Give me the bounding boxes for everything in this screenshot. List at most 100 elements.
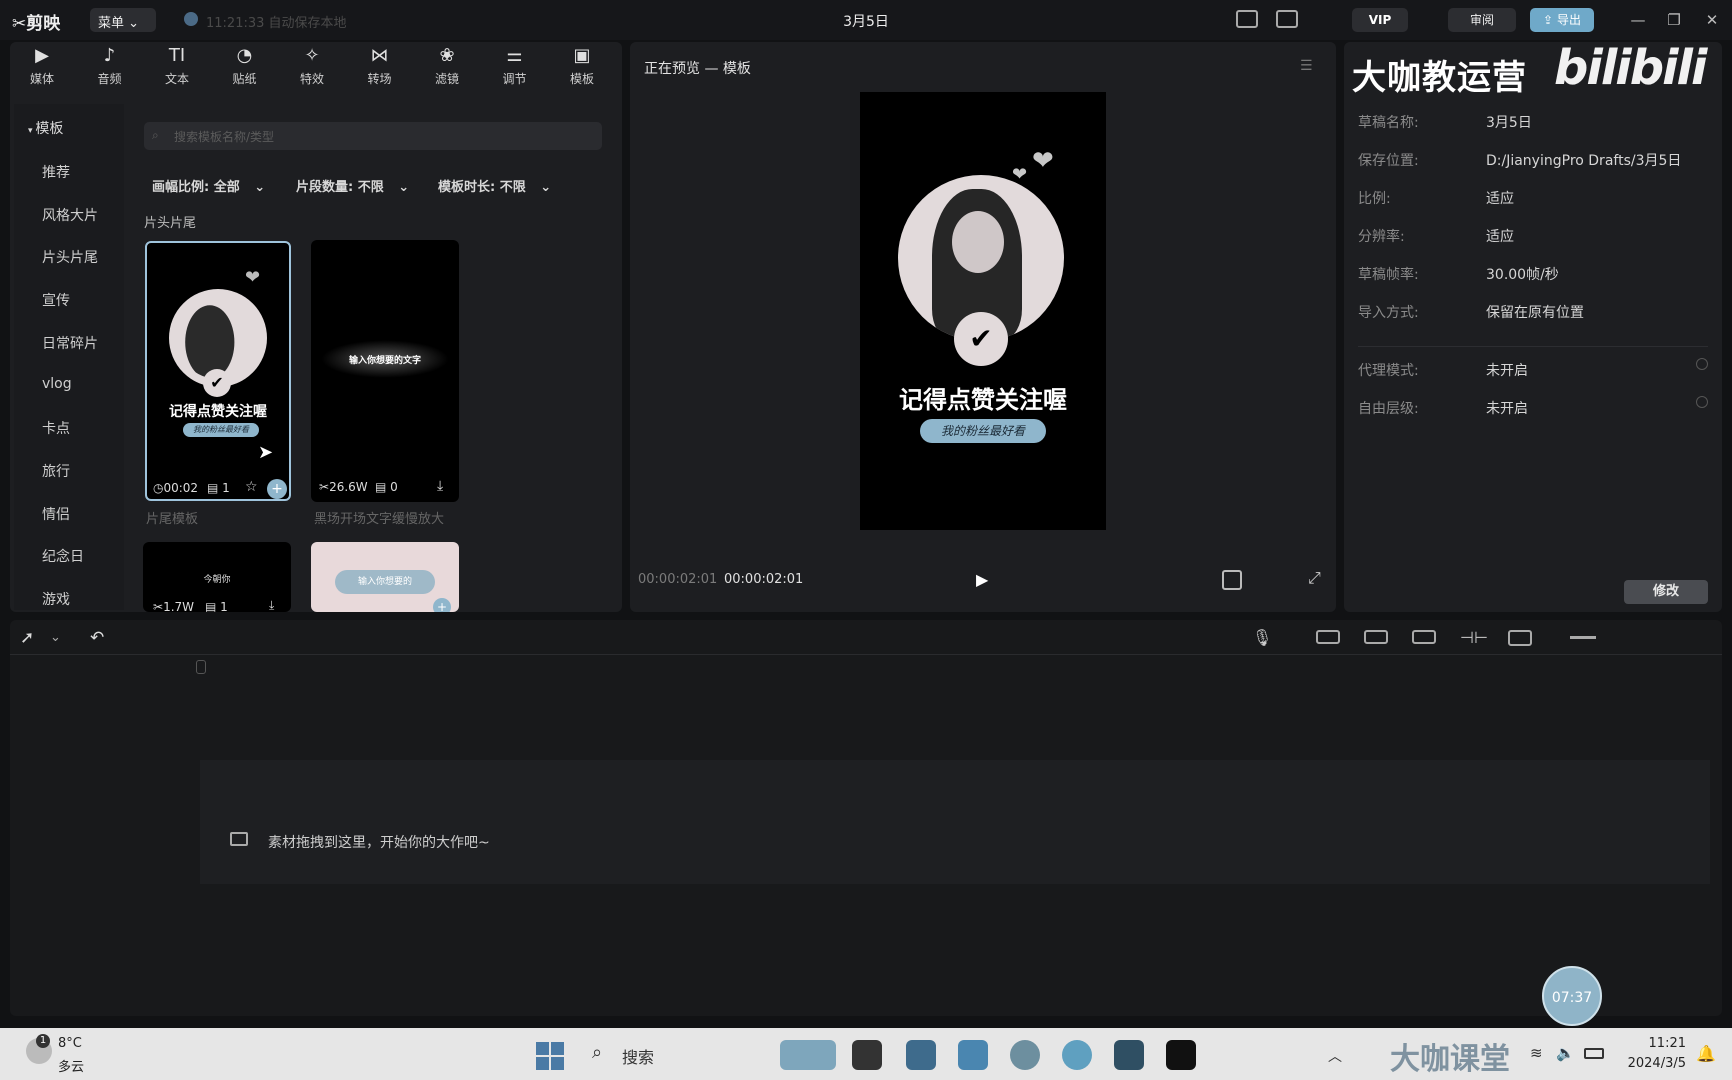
tool-sticker[interactable]: ◔ 贴纸 [215, 46, 275, 92]
play-icon[interactable]: ▶ [976, 570, 988, 589]
taskbar-search-icon[interactable]: ⌕ [592, 1042, 602, 1063]
category-item[interactable]: 卡点 [42, 418, 70, 438]
minimize-icon[interactable]: — [1626, 8, 1650, 32]
add-icon[interactable]: + [433, 598, 451, 612]
select-cursor-icon[interactable]: ➚ [20, 628, 34, 648]
zoom-slider[interactable] [1570, 636, 1596, 639]
fullscreen-icon[interactable]: ⤢ [1308, 568, 1321, 588]
export-button[interactable]: ⇪ 导出 [1530, 8, 1594, 32]
taskbar-date[interactable]: 2024/3/5 [1610, 1056, 1686, 1071]
portrait-face [952, 211, 1004, 273]
chat-icon[interactable] [906, 1040, 936, 1070]
card-uses: ✂1.7W [153, 600, 194, 612]
filter-clip-count[interactable]: 片段数量: 不限 ⌄ [296, 176, 409, 195]
weather-badge: 1 [36, 1034, 50, 1048]
tool-text[interactable]: TI 文本 [147, 46, 207, 92]
taskbar-search[interactable]: 搜索 [622, 1044, 654, 1068]
add-icon[interactable]: + [267, 479, 287, 499]
taskbar-app-icon[interactable] [1114, 1040, 1144, 1070]
category-item[interactable]: 游戏 [42, 589, 70, 609]
card-clip-count-value: 0 [390, 480, 398, 494]
chevron-down-icon[interactable]: ⌄ [50, 630, 61, 645]
tool-transition[interactable]: ⋈ 转场 [350, 46, 410, 92]
playhead-icon[interactable] [196, 660, 206, 674]
toggle-free-layer[interactable] [1696, 396, 1708, 408]
preview-axis-icon[interactable] [1508, 630, 1532, 646]
tool-label: 调节 [502, 72, 527, 86]
vip-button[interactable]: VIP [1352, 8, 1408, 32]
close-icon[interactable]: ✕ [1700, 8, 1724, 32]
chevron-down-icon: ⌄ [540, 180, 552, 195]
category-item[interactable]: 推荐 [42, 162, 70, 182]
template-card-black-intro[interactable]: 输入你想要的文字 ✂26.6W ▤ 0 ⤓ [311, 240, 459, 502]
preview-title: 正在预览 — 模板 [644, 61, 751, 77]
media-icon: ▶ [35, 45, 49, 66]
filter-duration-label: 模板时长: 不限 [438, 180, 526, 195]
template-card[interactable]: 今朝你 ✂1.7W ▤ 1 ⤓ [143, 542, 291, 612]
undo-icon[interactable]: ↶ [90, 628, 104, 648]
chevron-up-icon[interactable]: ︿ [1328, 1046, 1342, 1066]
card-clip-count-value: 1 [222, 481, 230, 495]
property-label: 代理模式: [1358, 363, 1419, 379]
filter-aspect-ratio[interactable]: 画幅比例: 全部 ⌄ [152, 176, 265, 195]
split-icon[interactable]: ⊣⊢ [1460, 628, 1488, 647]
download-icon[interactable]: ⤓ [269, 598, 274, 612]
template-search-input[interactable]: 搜索模板名称/类型 [144, 122, 602, 150]
link-clips-icon[interactable] [1316, 630, 1340, 644]
download-icon[interactable]: ⤓ [437, 478, 443, 494]
heart-icon: ❤ [1012, 164, 1028, 185]
browser-icon[interactable] [1010, 1040, 1040, 1070]
file-explorer-icon[interactable] [852, 1040, 882, 1070]
shortcut-keyboard-icon[interactable] [1236, 10, 1258, 28]
volume-icon[interactable]: 🔈 [1556, 1044, 1575, 1062]
tool-effects[interactable]: ✧ 特效 [282, 46, 342, 92]
clip-icon: ▤ [205, 600, 217, 612]
notification-bell-icon[interactable]: 🔔 [1696, 1044, 1716, 1063]
filter-duration[interactable]: 模板时长: 不限 ⌄ [438, 176, 551, 195]
tool-adjust[interactable]: ⚌ 调节 [485, 46, 545, 92]
snap-icon[interactable] [1364, 630, 1388, 644]
tool-label: 转场 [367, 72, 392, 86]
battery-icon[interactable] [1584, 1048, 1604, 1059]
category-item[interactable]: 宣传 [42, 290, 70, 310]
wifi-icon[interactable]: ≋ [1530, 1044, 1543, 1062]
search-icon: ⌕ [152, 128, 159, 142]
template-card[interactable]: 输入你想要的 + [311, 542, 459, 612]
property-value: 适应 [1486, 191, 1514, 207]
tool-audio[interactable]: ♪ 音频 [80, 46, 140, 92]
capcut-taskbar-icon[interactable] [1166, 1040, 1196, 1070]
star-icon[interactable]: ☆ [245, 479, 258, 495]
tool-filter[interactable]: ❀ 滤镜 [417, 46, 477, 92]
timeline-drop-zone[interactable] [200, 760, 1710, 884]
modify-button[interactable]: 修改 [1624, 580, 1708, 604]
start-icon[interactable] [536, 1042, 564, 1070]
taskbar-time[interactable]: 11:21 [1636, 1036, 1686, 1051]
taskbar-app-icon[interactable] [780, 1040, 836, 1070]
category-item[interactable]: 旅行 [42, 461, 70, 481]
taskbar-app-icon[interactable] [958, 1040, 988, 1070]
category-item[interactable]: 风格大片 [42, 205, 98, 225]
crop-zoom-icon[interactable] [1222, 570, 1242, 590]
filter-icon: ❀ [439, 45, 455, 66]
category-item[interactable]: vlog [42, 376, 72, 392]
preview-subtitle: 我的粉丝最好看 [920, 419, 1046, 443]
preview-headline: 记得点赞关注喔 [899, 386, 1067, 414]
review-button[interactable]: 审阅 [1448, 8, 1516, 32]
tool-template[interactable]: ▣ 模板 [552, 46, 612, 92]
preview-menu-icon[interactable]: ☰ [1300, 58, 1313, 74]
track-link-icon[interactable] [1412, 630, 1436, 644]
category-item[interactable]: 情侣 [42, 504, 70, 524]
category-item[interactable]: 纪念日 [42, 546, 84, 566]
layout-icon[interactable] [1276, 10, 1298, 28]
property-value: 3月5日 [1486, 115, 1532, 131]
microphone-icon[interactable]: 🎙 [1252, 628, 1272, 647]
review-label: 审阅 [1469, 13, 1494, 27]
restore-icon[interactable]: ❐ [1662, 8, 1686, 32]
card-headline: 记得点赞关注喔 [169, 404, 267, 420]
tool-media[interactable]: ▶ 媒体 [12, 46, 72, 92]
taskbar-app-icon[interactable] [1062, 1040, 1092, 1070]
toggle-proxy[interactable] [1696, 358, 1708, 370]
category-header[interactable]: ▾ 模板 [28, 118, 63, 138]
category-item[interactable]: 日常碎片 [42, 333, 98, 353]
category-item[interactable]: 片头片尾 [42, 247, 98, 267]
